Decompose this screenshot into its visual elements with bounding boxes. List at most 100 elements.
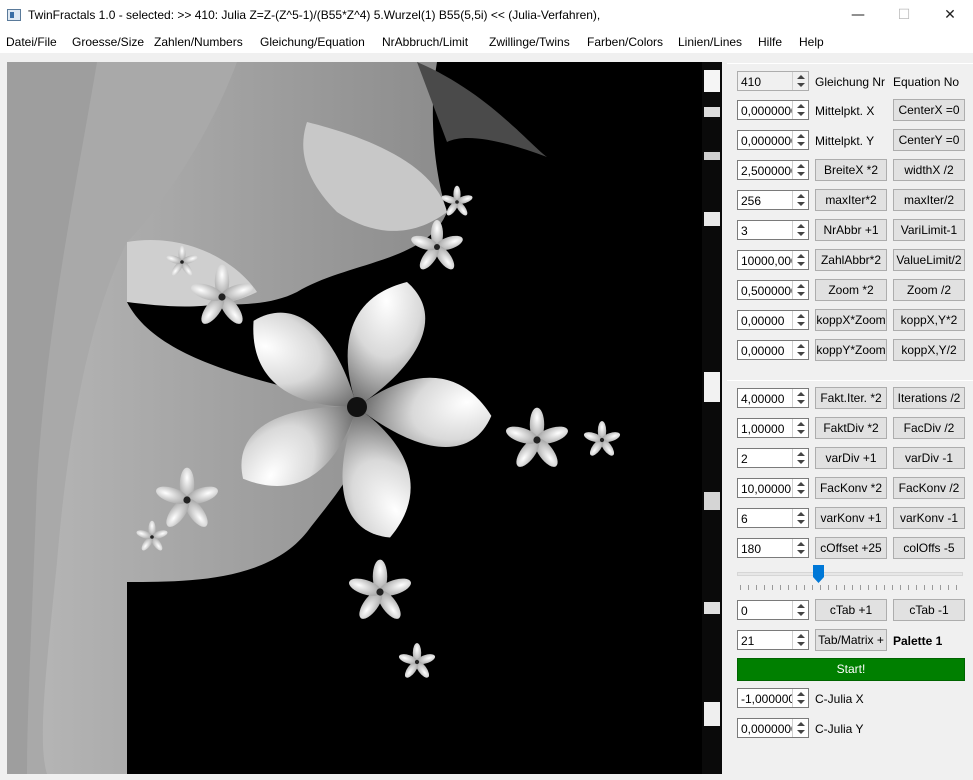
spin-arrows-icon[interactable] (792, 251, 808, 269)
fac-konv-half-button[interactable]: FacKonv /2 (893, 477, 965, 499)
spin-arrows-icon[interactable] (792, 221, 808, 239)
maximize-button: ☐ (897, 7, 911, 23)
julia-x-spinbox[interactable]: -1,0000000 (737, 688, 809, 708)
menu-farben-colors[interactable]: Farben/Colors (587, 35, 663, 49)
col-offs-decrement-button[interactable]: colOffs -5 (893, 537, 965, 559)
c-offset-value: 180 (741, 542, 762, 556)
ctab-increment-button[interactable]: cTab +1 (815, 599, 887, 621)
spin-arrows-icon[interactable] (792, 449, 808, 467)
minimize-button[interactable]: — (835, 0, 881, 31)
fakt-div-double-button[interactable]: FaktDiv *2 (815, 417, 887, 439)
kopp-y-spinbox[interactable]: 0,00000 (737, 340, 809, 360)
menu-linien-lines[interactable]: Linien/Lines (678, 35, 742, 49)
fakt-iter-double-button[interactable]: Fakt.Iter. *2 (815, 387, 887, 409)
max-iter-spinbox[interactable]: 256 (737, 190, 809, 210)
spin-arrows-icon[interactable] (792, 539, 808, 557)
vari-limit-decrement-button[interactable]: VariLimit-1 (893, 219, 965, 241)
start-button[interactable]: Start! (737, 658, 965, 681)
var-div-value: 2 (741, 452, 748, 466)
julia-y-label: C-Julia Y (815, 722, 864, 736)
zoom-spinbox[interactable]: 0,5000000 (737, 280, 809, 300)
spin-arrows-icon[interactable] (792, 131, 808, 149)
spin-arrows-icon[interactable] (792, 719, 808, 737)
ctab-decrement-button[interactable]: cTab -1 (893, 599, 965, 621)
fractal-image (7, 62, 722, 774)
spin-arrows-icon[interactable] (792, 419, 808, 437)
width-half-button[interactable]: widthX /2 (893, 159, 965, 181)
spin-arrows-icon[interactable] (792, 311, 808, 329)
center-y-reset-button[interactable]: CenterY =0 (893, 129, 965, 151)
ctab-value: 0 (741, 604, 748, 618)
menu-help[interactable]: Help (799, 35, 824, 49)
center-y-value: 0,0000000 (741, 134, 792, 148)
var-div-spinbox[interactable]: 2 (737, 448, 809, 468)
center-x-reset-button[interactable]: CenterX =0 (893, 99, 965, 121)
menu-zahlen-numbers[interactable]: Zahlen/Numbers (154, 35, 243, 49)
close-button[interactable]: ✕ (927, 0, 973, 31)
kopp-y-zoom-button[interactable]: koppY*Zoom (815, 339, 887, 361)
fakt-iter-spinbox[interactable]: 4,00000 (737, 388, 809, 408)
kopp-x-spinbox[interactable]: 0,00000 (737, 310, 809, 330)
iterations-half-button[interactable]: Iterations /2 (893, 387, 965, 409)
c-offset-spinbox[interactable]: 180 (737, 538, 809, 558)
spin-arrows-icon[interactable] (792, 631, 808, 649)
zoom-double-button[interactable]: Zoom *2 (815, 279, 887, 301)
spin-arrows-icon[interactable] (792, 72, 808, 90)
max-iter-double-button[interactable]: maxIter*2 (815, 189, 887, 211)
menu-hilfe[interactable]: Hilfe (758, 35, 782, 49)
var-div-increment-button[interactable]: varDiv +1 (815, 447, 887, 469)
menu-bar: Datei/File Groesse/Size Zahlen/Numbers G… (0, 31, 973, 53)
title-bar: TwinFractals 1.0 - selected: >> 410: Jul… (0, 0, 973, 31)
var-div-decrement-button[interactable]: varDiv -1 (893, 447, 965, 469)
var-konv-spinbox[interactable]: 6 (737, 508, 809, 528)
tab-matrix-increment-button[interactable]: Tab/Matrix + (815, 629, 887, 651)
fac-konv-double-button[interactable]: FacKonv *2 (815, 477, 887, 499)
c-offset-increment-button[interactable]: cOffset +25 (815, 537, 887, 559)
tab-matrix-spinbox[interactable]: 21 (737, 630, 809, 650)
fac-konv-spinbox[interactable]: 10,00000 (737, 478, 809, 498)
color-slider-track[interactable] (737, 572, 963, 576)
fakt-div-spinbox[interactable]: 1,00000 (737, 418, 809, 438)
value-limit-half-button[interactable]: ValueLimit/2 (893, 249, 965, 271)
center-y-spinbox[interactable]: 0,0000000 (737, 130, 809, 150)
zahl-abbr-double-button[interactable]: ZahlAbbr*2 (815, 249, 887, 271)
width-double-button[interactable]: BreiteX *2 (815, 159, 887, 181)
menu-datei-file[interactable]: Datei/File (6, 35, 57, 49)
menu-groesse-size[interactable]: Groesse/Size (72, 35, 144, 49)
kopp-xy-double-button[interactable]: koppX,Y*2 (893, 309, 965, 331)
spin-arrows-icon[interactable] (792, 509, 808, 527)
color-slider-handle[interactable] (812, 565, 824, 583)
ctab-spinbox[interactable]: 0 (737, 600, 809, 620)
spin-arrows-icon[interactable] (792, 601, 808, 619)
max-iter-half-button[interactable]: maxIter/2 (893, 189, 965, 211)
width-spinbox[interactable]: 2,5000000 (737, 160, 809, 180)
kopp-x-zoom-button[interactable]: koppX*Zoom (815, 309, 887, 331)
var-konv-value: 6 (741, 512, 748, 526)
equation-number-spinbox[interactable]: 410 (737, 71, 809, 91)
zoom-half-button[interactable]: Zoom /2 (893, 279, 965, 301)
spin-arrows-icon[interactable] (792, 101, 808, 119)
center-x-spinbox[interactable]: 0,0000000 (737, 100, 809, 120)
kopp-xy-half-button[interactable]: koppX,Y/2 (893, 339, 965, 361)
nr-abbr-spinbox[interactable]: 3 (737, 220, 809, 240)
fractal-canvas[interactable] (7, 62, 722, 774)
spin-arrows-icon[interactable] (792, 341, 808, 359)
spin-arrows-icon[interactable] (792, 161, 808, 179)
zahl-abbr-spinbox[interactable]: 10000,000 (737, 250, 809, 270)
julia-y-spinbox[interactable]: 0,0000000 (737, 718, 809, 738)
spin-arrows-icon[interactable] (792, 689, 808, 707)
menu-zwillinge-twins[interactable]: Zwillinge/Twins (489, 35, 570, 49)
fakt-div-value: 1,00000 (741, 422, 785, 436)
nr-abbr-increment-button[interactable]: NrAbbr +1 (815, 219, 887, 241)
spin-arrows-icon[interactable] (792, 479, 808, 497)
var-konv-decrement-button[interactable]: varKonv -1 (893, 507, 965, 529)
menu-nrabbruch-limit[interactable]: NrAbbruch/Limit (382, 35, 468, 49)
julia-y-value: 0,0000000 (741, 722, 792, 736)
spin-arrows-icon[interactable] (792, 389, 808, 407)
var-konv-increment-button[interactable]: varKonv +1 (815, 507, 887, 529)
equation-label-en: Equation No (893, 75, 960, 89)
spin-arrows-icon[interactable] (792, 191, 808, 209)
fac-div-half-button[interactable]: FacDiv /2 (893, 417, 965, 439)
menu-gleichung-equation[interactable]: Gleichung/Equation (260, 35, 365, 49)
spin-arrows-icon[interactable] (792, 281, 808, 299)
